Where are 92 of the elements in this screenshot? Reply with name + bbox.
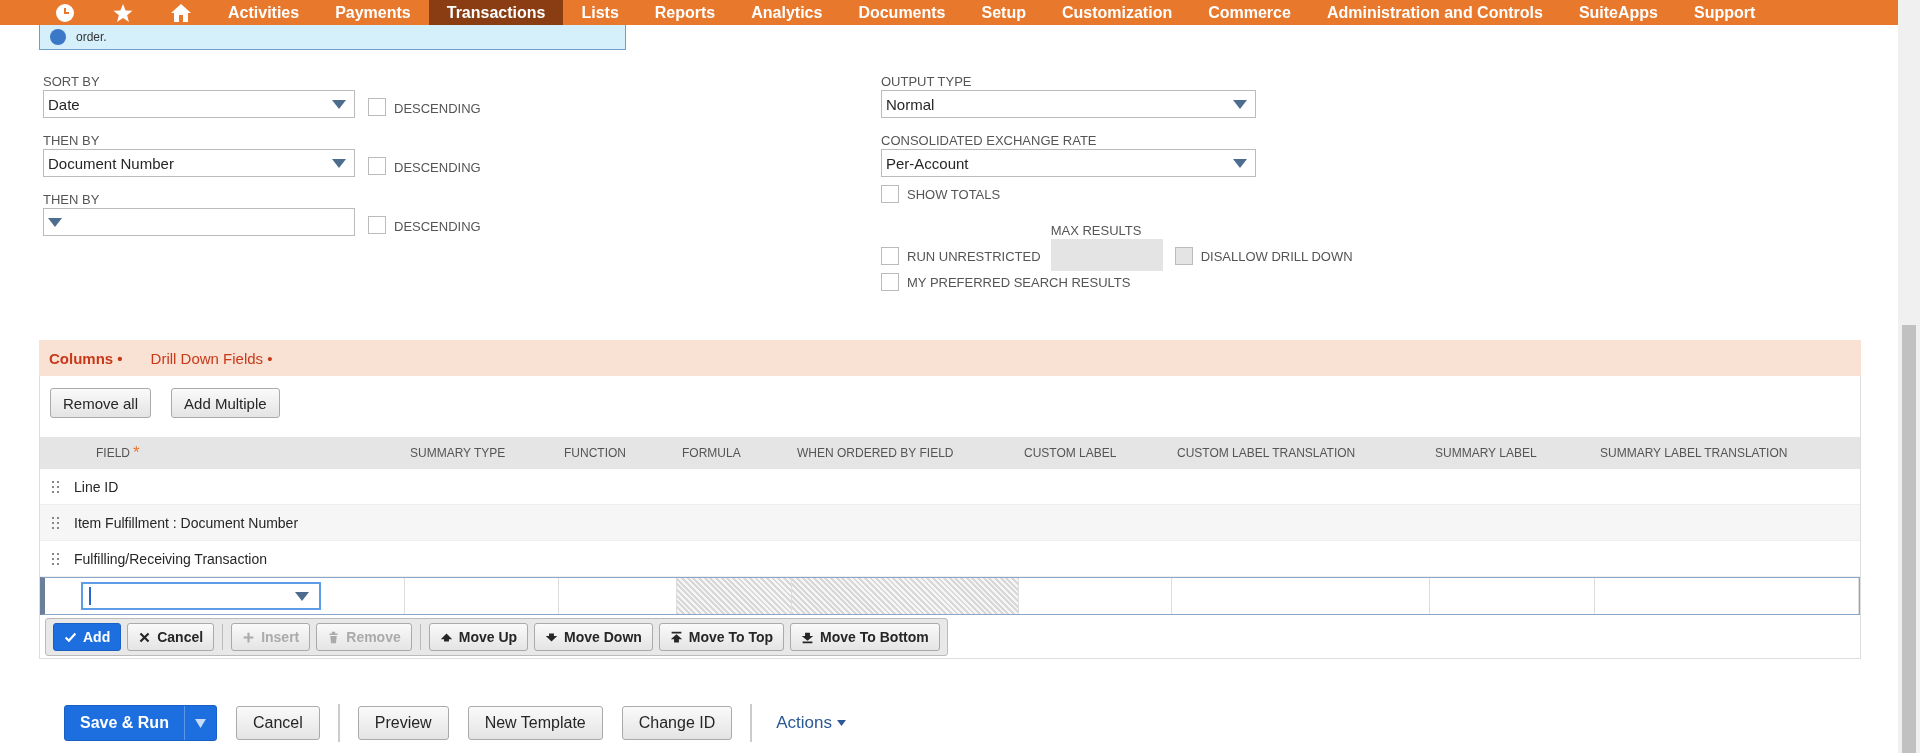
close-icon (138, 630, 152, 644)
dropdown-field[interactable] (81, 582, 321, 610)
drag-handle-icon[interactable] (52, 480, 60, 493)
checkbox-label: DESCENDING (394, 101, 481, 116)
caret-icon (332, 158, 346, 168)
checkbox[interactable] (881, 185, 899, 203)
caret-icon (295, 591, 309, 601)
checkbox-label: SHOW TOTALS (907, 186, 1001, 202)
arrow-up-icon (439, 630, 453, 644)
toolbar-button[interactable]: Move To Bottom (790, 623, 940, 651)
tab[interactable]: Columns • (49, 349, 123, 367)
toolbar-button[interactable]: Cancel (127, 623, 215, 651)
drag-handle-icon[interactable] (52, 516, 60, 529)
nav-tab[interactable]: Reports (636, 0, 734, 25)
caret-icon (332, 99, 346, 109)
nav-tab[interactable]: Transactions (428, 0, 564, 25)
column-header: SUMMARY TYPE (410, 446, 506, 460)
checkbox[interactable] (368, 98, 386, 116)
action-button[interactable]: Preview (357, 706, 449, 740)
action-button[interactable]: Add Multiple (171, 388, 280, 418)
toolbar-button[interactable]: Add (53, 623, 122, 651)
field-label: MAX RESULTS (1050, 223, 1143, 239)
required-mark: * (133, 443, 140, 463)
check-icon (64, 630, 77, 644)
column-header: CUSTOM LABEL (1024, 446, 1117, 460)
nav-tab[interactable]: Customization (1043, 0, 1191, 25)
nav-tab[interactable]: Setup (963, 0, 1044, 25)
table-cell: Line ID (74, 478, 119, 495)
column-header: CUSTOM LABEL TRANSLATION (1177, 446, 1356, 460)
checkbox-label: DISALLOW DRILL DOWN (1200, 248, 1353, 264)
dropdown-field[interactable]: Normal (881, 90, 1256, 118)
nav-tab[interactable]: Analytics (733, 0, 841, 25)
toolbar-button[interactable]: Move To Top (658, 623, 785, 651)
checkbox-label: RUN UNRESTRICTED (907, 248, 1041, 264)
actions-menu[interactable]: Actions (770, 713, 852, 733)
checkbox-label: DESCENDING (394, 219, 481, 234)
action-button[interactable]: Remove all (50, 388, 152, 418)
dropdown-field[interactable]: Document Number (43, 149, 355, 177)
star-icon[interactable] (112, 2, 134, 23)
column-header: FORMULA (682, 446, 741, 460)
caret-icon (48, 217, 62, 227)
caret-icon (837, 720, 846, 726)
notice-text: order. (76, 30, 107, 44)
nav-tab[interactable]: Support (1676, 0, 1774, 25)
column-header: SUMMARY LABEL (1435, 446, 1537, 460)
checkbox-label: DESCENDING (394, 160, 481, 175)
drag-handle-icon[interactable] (52, 552, 60, 565)
checkbox-label: MY PREFERRED SEARCH RESULTS (907, 274, 1131, 290)
caret-icon (1233, 99, 1247, 109)
column-header: FIELD (96, 446, 130, 460)
table-cell: Fulfilling/Receiving Transaction (74, 550, 267, 567)
dropdown-field[interactable]: Per-Account (881, 149, 1256, 177)
caret-icon[interactable] (194, 718, 206, 728)
arrow-top-icon (669, 630, 683, 644)
tab[interactable]: Drill Down Fields • (150, 349, 273, 367)
action-button[interactable]: Cancel (235, 706, 320, 740)
table-cell: Item Fulfillment : Document Number (74, 514, 299, 531)
action-button[interactable]: Change ID (621, 706, 733, 740)
nav-tab[interactable]: Lists (563, 0, 637, 25)
field-label: THEN BY (43, 133, 101, 149)
field-label: CONSOLIDATED EXCHANGE RATE (881, 133, 1098, 149)
dropdown-field[interactable]: Date (43, 90, 355, 118)
home-icon[interactable] (170, 2, 192, 23)
field-label: THEN BY (43, 192, 101, 208)
field-label: OUTPUT TYPE (881, 74, 973, 90)
scrollbar[interactable] (1898, 0, 1920, 753)
plus-icon (242, 630, 256, 644)
arrow-bottom-icon (801, 630, 815, 644)
field-label: SORT BY (43, 74, 101, 90)
nav-tab[interactable]: Administration and Controls (1308, 0, 1561, 25)
toolbar-button[interactable]: Move Up (428, 623, 529, 651)
action-button[interactable]: New Template (467, 706, 603, 740)
save-run-button[interactable]: Save & Run (64, 705, 217, 741)
nav-tab[interactable]: Payments (317, 0, 429, 25)
info-icon (50, 29, 66, 45)
clock-icon[interactable] (54, 2, 76, 23)
nav-tab[interactable]: Documents (840, 0, 964, 25)
checkbox[interactable] (881, 273, 899, 291)
column-header: FUNCTION (564, 446, 626, 460)
checkbox[interactable] (368, 216, 386, 234)
dropdown-field[interactable] (43, 208, 355, 236)
nav-tab[interactable]: Commerce (1190, 0, 1309, 25)
column-header: WHEN ORDERED BY FIELD (797, 446, 954, 460)
column-header: SUMMARY LABEL TRANSLATION (1600, 446, 1788, 460)
checkbox[interactable] (368, 157, 386, 175)
checkbox[interactable] (881, 247, 899, 265)
trash-icon (327, 630, 341, 644)
toolbar-button[interactable]: Move Down (534, 623, 653, 651)
arrow-down-icon (545, 630, 559, 644)
caret-icon (1233, 158, 1247, 168)
nav-tab[interactable]: SuiteApps (1560, 0, 1676, 25)
nav-tab[interactable]: Activities (210, 0, 318, 25)
